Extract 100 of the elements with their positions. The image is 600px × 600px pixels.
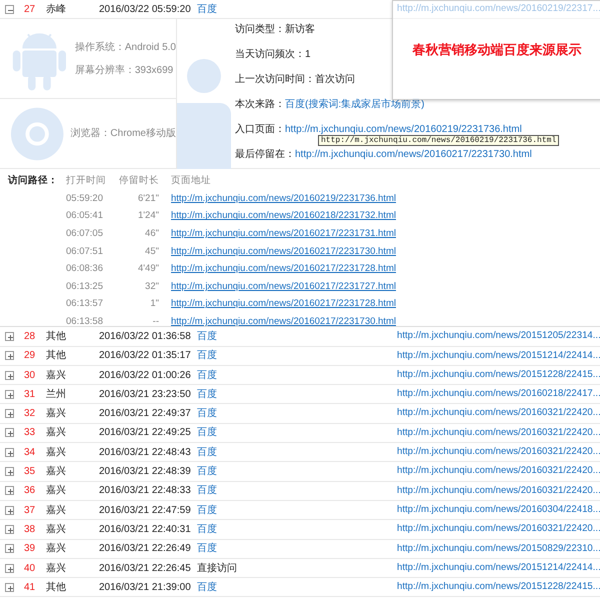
source-link[interactable]: 百度 [197, 350, 217, 362]
source-link[interactable]: 百度 [197, 466, 217, 478]
expand-icon[interactable] [5, 448, 14, 457]
url-link[interactable]: http://m.jxchunqiu.com/news/20151228/22415... [397, 368, 600, 382]
url-link[interactable]: http://m.jxchunqiu.com/news/20151214/22414... [397, 348, 600, 363]
expand-icon[interactable] [5, 506, 14, 515]
info-label: 最后停留在： [235, 148, 295, 162]
stay-duration: 32" [145, 280, 159, 294]
city-text: 嘉兴 [46, 562, 67, 576]
page-url-link[interactable]: http://m.jxchunqiu.com/news/20160218/2231732.html [171, 208, 396, 224]
row-number: 36 [24, 484, 36, 498]
info-value: 新访客 [285, 22, 315, 38]
url-link[interactable]: http://m.jxchunqiu.com/news/20150829/22310... [397, 542, 600, 556]
row-number: 38 [24, 522, 36, 537]
visit-time: 2016/03/21 21:39:00 [99, 580, 192, 595]
expand-icon[interactable] [5, 390, 14, 399]
url-link[interactable]: http://m.jxchunqiu.com/news/20151228/22415... [397, 580, 600, 594]
page-url-link[interactable]: http://m.jxchunqiu.com/news/20160217/2231730.html [171, 244, 396, 260]
info-label: 入口页面： [235, 122, 285, 138]
row-number: 34 [24, 446, 36, 460]
url-link[interactable]: http://m.jxchunqiu.com/news/20160321/22420... [397, 406, 600, 421]
source-link[interactable]: 百度 [197, 582, 217, 593]
source-link[interactable]: 百度 [197, 504, 217, 516]
source-link[interactable]: 百度 [197, 524, 217, 535]
visit-time: 2016/03/22 01:35:17 [99, 349, 192, 364]
stay-duration: 6'21" [138, 192, 159, 206]
expand-icon[interactable] [5, 486, 14, 496]
source-link[interactable]: 百度 [197, 485, 217, 496]
city-text: 赤峰 [46, 2, 67, 17]
url-link[interactable]: http://m.jxchunqiu.com/news/20160304/22418... [397, 502, 600, 518]
column-header: 打开时间 [66, 174, 106, 188]
url-link[interactable]: http://m.jxchunqiu.com/news/20160321/22420... [397, 522, 600, 537]
row-number: 35 [24, 465, 36, 480]
page-url-link[interactable]: http://m.jxchunqiu.com/news/20160219/2231736.html [171, 190, 396, 207]
source-link[interactable]: 百度 [197, 427, 217, 438]
open-time: 06:08:36 [66, 262, 103, 276]
url-link[interactable]: http://m.jxchunqiu.com/news/20160321/22420... [397, 464, 600, 479]
source-link[interactable]: 百度 [197, 446, 217, 458]
collapse-icon[interactable] [5, 4, 14, 14]
expand-icon[interactable] [5, 370, 14, 380]
stay-duration: 45" [145, 244, 159, 259]
source-text: 直接访问 [197, 562, 237, 574]
url-link[interactable]: http://m.jxchunqiu.com/news/20160321/22420... [397, 484, 600, 498]
tooltip: http://m.jxchunqiu.com/news/20160219/2231736.html [318, 135, 560, 146]
url-link[interactable]: http://m.jxchunqiu.com/news/20160218/22417... [397, 387, 600, 402]
expand-icon[interactable] [5, 564, 14, 572]
open-time: 05:59:20 [66, 192, 103, 206]
column-header: 页面地址 [171, 174, 211, 188]
open-time: 06:07:05 [66, 227, 103, 242]
source-link[interactable]: 百度 [197, 4, 217, 15]
visit-time: 2016/03/21 23:23:50 [99, 388, 192, 402]
visit-time: 2016/03/21 22:48:33 [99, 484, 192, 498]
row-number: 40 [24, 562, 36, 576]
city-text: 嘉兴 [46, 368, 67, 383]
page-url-link[interactable]: http://m.jxchunqiu.com/news/20160217/2231728.html [171, 261, 396, 278]
url-link[interactable]: http://m.jxchunqiu.com/news/20151205/22314... [397, 329, 600, 344]
page-url-link[interactable]: http://m.jxchunqiu.com/news/20160217/2231730.html [171, 314, 396, 330]
city-text: 嘉兴 [46, 542, 67, 556]
open-time: 06:05:41 [66, 209, 103, 224]
visit-time: 2016/03/21 22:49:25 [99, 426, 192, 440]
source-link[interactable]: 百度 [197, 408, 217, 420]
source-link[interactable]: 百度 [197, 370, 217, 381]
source-link[interactable]: 百度 [197, 330, 217, 342]
page-url-link[interactable]: http://m.jxchunqiu.com/news/20160217/2231727.html [171, 278, 396, 295]
stay-duration: 1" [150, 297, 159, 312]
info-value: 首次访问 [315, 72, 355, 88]
city-text: 嘉兴 [46, 426, 67, 440]
stay-duration: 46" [145, 227, 159, 242]
source-link[interactable]: 百度 [197, 388, 217, 400]
expand-icon[interactable] [5, 332, 14, 341]
expand-icon[interactable] [5, 409, 14, 418]
column-header: 停留时长 [119, 174, 159, 188]
expand-icon[interactable] [5, 582, 14, 592]
expand-icon[interactable] [5, 544, 14, 554]
city-text: 嘉兴 [46, 406, 67, 422]
expand-icon[interactable] [5, 428, 14, 438]
avatar-icon [177, 59, 231, 170]
info-label: 上一次访问时间： [235, 72, 315, 88]
expand-icon[interactable] [5, 467, 14, 476]
city-text: 其他 [46, 330, 67, 344]
url-link[interactable]: http://m.jxchunqiu.com/news/20160321/22420... [397, 445, 600, 460]
info-value[interactable]: http://m.jxchunqiu.com/news/20160217/2231730.html [295, 147, 532, 164]
visit-time: 2016/03/22 01:36:58 [99, 330, 192, 344]
row-number: 39 [24, 542, 36, 556]
url-link[interactable]: http://m.jxchunqiu.com/news/20151214/22414... [397, 560, 600, 576]
stay-duration: 4'49" [138, 262, 159, 276]
city-text: 其他 [46, 348, 67, 364]
os-text: 操作系统：Android 5.0 [74, 40, 176, 55]
info-label: 本次来路： [235, 98, 285, 112]
expand-icon[interactable] [5, 524, 14, 534]
source-link[interactable]: 百度 [197, 543, 217, 554]
page-url-link[interactable]: http://m.jxchunqiu.com/news/20160217/2231731.html [171, 226, 396, 242]
info-value: 1 [305, 48, 311, 62]
visit-time: 2016/03/21 22:48:43 [99, 446, 192, 460]
page-url-link[interactable]: http://m.jxchunqiu.com/news/20160217/2231728.html [171, 296, 396, 312]
open-time: 06:13:57 [66, 297, 103, 312]
visit-time: 2016/03/21 22:48:39 [99, 465, 192, 480]
city-text: 嘉兴 [46, 464, 67, 480]
expand-icon[interactable] [5, 351, 14, 360]
url-link[interactable]: http://m.jxchunqiu.com/news/20160321/22420... [397, 426, 600, 440]
